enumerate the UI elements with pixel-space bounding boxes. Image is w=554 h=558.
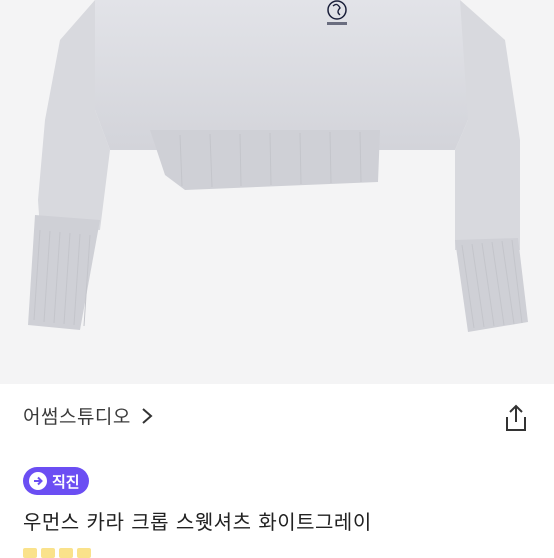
- rating-stars: [23, 548, 91, 558]
- badge-label: 직진: [52, 472, 80, 491]
- arrow-right-circle-icon: [29, 472, 47, 490]
- brand-name: 어썸스튜디오: [23, 406, 131, 428]
- chevron-right-icon: [141, 407, 153, 425]
- product-image[interactable]: [0, 0, 554, 384]
- brand-link[interactable]: 어썸스튜디오: [23, 402, 153, 429]
- product-title: 우먼스 카라 크롭 스웻셔츠 화이트그레이: [23, 510, 372, 534]
- star-icon: [77, 548, 91, 558]
- star-icon: [59, 548, 73, 558]
- star-icon: [23, 548, 37, 558]
- brand-row: 어썸스튜디오: [0, 384, 554, 450]
- share-icon[interactable]: [502, 403, 530, 433]
- sweatshirt-illustration: [28, 0, 528, 332]
- star-icon: [41, 548, 55, 558]
- direct-delivery-badge: 직진: [23, 467, 89, 495]
